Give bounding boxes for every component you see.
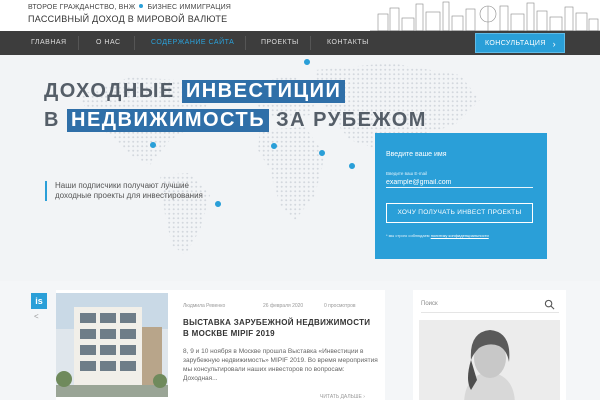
consultation-label: КОНСУЛЬТАЦИЯ	[485, 40, 546, 47]
hero-section: ДОХОДНЫЕ ИНВЕСТИЦИИ В НЕДВИЖИМОСТЬ ЗА РУ…	[0, 55, 600, 281]
map-pin-icon	[271, 143, 278, 158]
subscribe-form: Введите ваше имя Введите ваш E-mail ХОЧУ…	[375, 133, 547, 259]
tagline-part-business[interactable]: БИЗНЕС ИММИГРАЦИЯ	[147, 4, 231, 11]
chevron-right-icon: ›	[552, 39, 556, 49]
map-pin-icon	[319, 150, 326, 165]
search-input[interactable]: Поиск	[421, 297, 559, 313]
email-field-label: Введите ваш E-mail	[386, 171, 428, 176]
content-area: is < Людмила Ревенко 26 февраля 2020 0 п…	[0, 281, 600, 400]
portrait-image	[419, 320, 560, 400]
hero-heading-line2: В НЕДВИЖИМОСТЬ ЗА РУБЕЖОМ	[44, 109, 427, 132]
nav-item-home[interactable]: ГЛАВНАЯ	[31, 31, 67, 55]
hero-heading-word: ДОХОДНЫЕ	[44, 80, 175, 102]
read-more-label: ЧИТАТЬ ДАЛЬШЕ	[320, 394, 362, 400]
city-skyline-icon	[370, 1, 600, 31]
bullet-icon	[139, 4, 144, 8]
consultation-button[interactable]: КОНСУЛЬТАЦИЯ ›	[475, 33, 565, 53]
hero-heading-word: В	[44, 109, 60, 131]
site-slogan: ПАССИВНЫЙ ДОХОД В МИРОВОЙ ВАЛЮТЕ	[28, 14, 228, 24]
privacy-note: * мы строго соблюдаем политику конфиденц…	[386, 233, 489, 238]
hero-heading-highlight: НЕДВИЖИМОСТЬ	[67, 109, 270, 132]
header-tagline: ВТОРОЕ ГРАЖДАНСТВО, ВНЖ БИЗНЕС ИММИГРАЦИЯ	[28, 4, 231, 11]
chevron-right-icon: ›	[363, 394, 365, 400]
post-date: 26 февраля 2020	[263, 303, 304, 309]
nav-divider	[78, 36, 79, 50]
hero-subtext: Наши подписчики получают лучшие доходные…	[45, 181, 220, 201]
nav-divider	[134, 36, 135, 50]
hero-heading-line1: ДОХОДНЫЕ ИНВЕСТИЦИИ	[44, 80, 346, 103]
post-excerpt: 8, 9 и 10 ноября в Москве прошла Выставк…	[183, 348, 378, 382]
nav-item-about[interactable]: О НАС	[96, 31, 121, 55]
nav-item-contents[interactable]: СОДЕРЖАНИЕ САЙТА	[151, 31, 234, 55]
tagline-part-citizenship[interactable]: ВТОРОЕ ГРАЖДАНСТВО, ВНЖ	[28, 4, 135, 11]
building-illustration	[56, 293, 168, 397]
nav-item-contacts[interactable]: КОНТАКТЫ	[327, 31, 369, 55]
is-logo[interactable]: is	[31, 293, 47, 309]
search-icon[interactable]	[544, 299, 555, 310]
subscribe-button[interactable]: ХОЧУ ПОЛУЧАТЬ ИНВЕСТ ПРОЕКТЫ	[386, 203, 533, 223]
map-pin-icon	[150, 142, 157, 157]
nav-divider	[245, 36, 246, 50]
map-pin-icon	[304, 59, 311, 74]
post-image[interactable]	[56, 293, 168, 397]
author-photo[interactable]	[419, 320, 560, 400]
name-field-label[interactable]: Введите ваше имя	[386, 151, 447, 158]
post-card: Людмила Ревенко 26 февраля 2020 0 просмо…	[56, 290, 385, 400]
post-views: 0 просмотров	[324, 303, 356, 309]
top-header: ВТОРОЕ ГРАЖДАНСТВО, ВНЖ БИЗНЕС ИММИГРАЦИЯ…	[0, 0, 600, 31]
sidebar: Поиск	[413, 290, 566, 400]
privacy-policy-link[interactable]: политику конфиденциальности	[431, 233, 489, 238]
post-title[interactable]: ВЫСТАВКА ЗАРУБЕЖНОЙ НЕДВИЖИМОСТИ В МОСКВ…	[183, 317, 378, 339]
search-placeholder: Поиск	[421, 301, 438, 307]
hero-heading-word: ЗА РУБЕЖОМ	[276, 109, 427, 131]
read-more-link[interactable]: ЧИТАТЬ ДАЛЬШЕ ›	[320, 394, 365, 400]
map-pin-icon	[215, 201, 222, 216]
nav-divider	[310, 36, 311, 50]
nav-item-projects[interactable]: ПРОЕКТЫ	[261, 31, 299, 55]
email-field[interactable]	[386, 177, 533, 188]
hero-heading-highlight: ИНВЕСТИЦИИ	[181, 80, 346, 103]
post-author[interactable]: Людмила Ревенко	[183, 303, 225, 309]
privacy-note-text: * мы строго соблюдаем	[386, 233, 430, 238]
share-icon[interactable]: <	[34, 312, 39, 321]
map-pin-icon	[349, 163, 356, 178]
